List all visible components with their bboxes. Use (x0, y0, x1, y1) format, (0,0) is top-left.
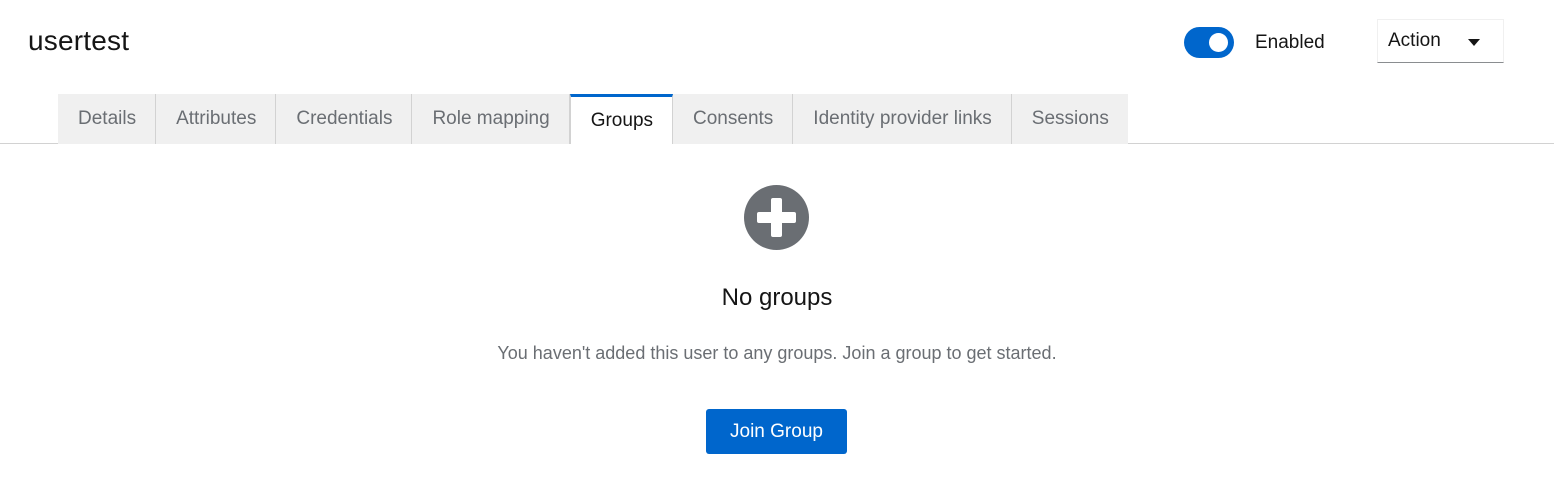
caret-down-icon (1468, 39, 1480, 46)
page-title: usertest (28, 25, 130, 56)
tab-credentials[interactable]: Credentials (276, 94, 413, 144)
user-details-page: usertest Enabled Action Details Attribut… (0, 0, 1554, 484)
join-group-button[interactable]: Join Group (706, 409, 847, 454)
action-dropdown-label: Action (1388, 30, 1441, 51)
tab-role-mapping[interactable]: Role mapping (412, 94, 570, 144)
plus-circle-icon (744, 185, 809, 250)
enabled-switch[interactable]: Enabled (1184, 27, 1325, 58)
tab-sessions[interactable]: Sessions (1011, 94, 1128, 144)
toggle-knob (1209, 33, 1228, 52)
tab-bar: Details Attributes Credentials Role mapp… (58, 94, 1128, 144)
tab-consents[interactable]: Consents (673, 94, 794, 144)
action-dropdown[interactable]: Action (1377, 19, 1504, 63)
empty-state-title: No groups (721, 284, 833, 311)
empty-state-body: You haven't added this user to any group… (497, 343, 1057, 363)
enabled-label: Enabled (1255, 31, 1325, 53)
enabled-toggle[interactable] (1184, 27, 1234, 58)
tab-identity-provider-links[interactable]: Identity provider links (793, 94, 1012, 144)
tab-attributes[interactable]: Attributes (156, 94, 277, 144)
tab-details[interactable]: Details (58, 94, 157, 144)
tab-groups[interactable]: Groups (569, 94, 674, 144)
